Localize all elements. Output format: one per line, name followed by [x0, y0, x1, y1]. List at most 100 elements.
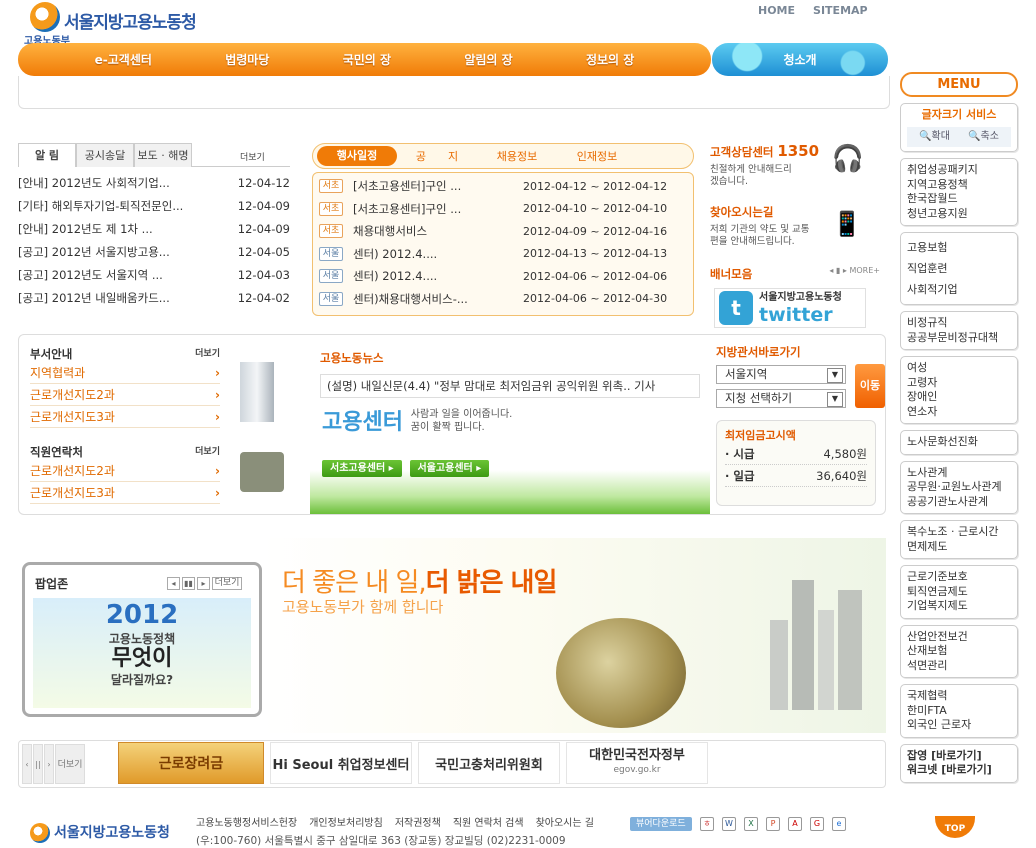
next-icon[interactable]: › [44, 744, 54, 784]
sidebar-item[interactable]: 퇴직연금제도 [907, 585, 1011, 600]
pause-icon[interactable]: ▮▮ [182, 577, 195, 590]
sidebar-item[interactable]: 고령자 [907, 376, 1011, 391]
home-link[interactable]: HOME [758, 4, 795, 17]
sidebar-item[interactable]: 외국인 근로자 [907, 718, 1011, 733]
word-icon[interactable]: W [722, 817, 736, 831]
sidebar-item[interactable]: 고용보험 [907, 237, 1011, 258]
contact-item[interactable]: 근로개선지도3과 [30, 482, 220, 504]
ie-icon[interactable]: e [832, 817, 846, 831]
popup-more-link[interactable]: 더보기 [212, 577, 242, 590]
pdf-icon[interactable]: A [788, 817, 802, 831]
tab-notice[interactable]: 알 림 [18, 143, 76, 167]
list-item[interactable]: 서울 센터) 2012.4.... 2012-04-06 ~ 2012-04-06 [319, 265, 687, 288]
seocho-center-button[interactable]: 서초고용센터 ▸ [322, 460, 402, 477]
sidebar-item[interactable]: 기업복지제도 [907, 599, 1011, 614]
sidebar-item[interactable]: 연소자 [907, 405, 1011, 420]
sidebar-item[interactable]: 노사문화선진화 [907, 435, 1011, 450]
list-item[interactable]: [공고] 2012년 서울지방고용... 12-04-05 [18, 241, 290, 264]
nav-item-ecustomer[interactable]: e-고객센터 [95, 51, 152, 68]
nav-item-intro[interactable]: 청소개 [712, 43, 888, 76]
sidebar-item[interactable]: 공공부문비정규대책 [907, 331, 1011, 346]
top-button[interactable]: TOP [935, 816, 975, 838]
excel-icon[interactable]: X [744, 817, 758, 831]
list-item[interactable]: 서초 [서초고용센터]구인 ... 2012-04-10 ~ 2012-04-10 [319, 198, 687, 221]
twitter-banner[interactable]: t 서울지방고용노동청 twitter [714, 288, 866, 328]
dept-item[interactable]: 근로개선지도3과 [30, 406, 220, 428]
branch-select[interactable]: 지청 선택하기 [716, 389, 846, 408]
banner-hiseoul[interactable]: Hi Seoul 취업정보센터 [270, 742, 412, 784]
nav-item-citizen[interactable]: 국민의 장 [343, 51, 391, 68]
tab-announce[interactable]: 공 지 [397, 148, 477, 164]
footer-link[interactable]: 저작권정책 [395, 814, 441, 829]
notice-more-link[interactable]: 더보기 [240, 150, 265, 163]
sidebar-item[interactable]: 공무원·교원노사관계 [907, 480, 1011, 495]
sidebar-item[interactable]: 한국잡월드 [907, 192, 1011, 207]
site-logo[interactable]: 서울지방고용노동청 고용노동부 [24, 2, 220, 47]
region-select[interactable]: 서울지역 [716, 365, 846, 384]
sitemap-link[interactable]: SITEMAP [813, 4, 868, 17]
contact-more-link[interactable]: 더보기 [195, 444, 220, 460]
sidebar-item[interactable]: 한미FTA [907, 704, 1011, 719]
tab-service[interactable]: 공시송달 [76, 143, 134, 167]
popup-image[interactable]: 2012 고용노동정책 무엇이 달라질까요? [33, 598, 251, 708]
zoom-out-button[interactable]: 🔍축소 [968, 130, 999, 145]
sidebar-item[interactable]: 국제협력 [907, 689, 1011, 704]
sidebar-item[interactable]: 면제제도 [907, 540, 1011, 555]
gul-icon[interactable]: G [810, 817, 824, 831]
sidebar-item[interactable]: 청년고용지원 [907, 207, 1011, 222]
list-item[interactable]: [기타] 해외투자기업-퇴직전문인... 12-04-09 [18, 195, 290, 218]
sidebar-item[interactable]: 여성 [907, 361, 1011, 376]
tab-press[interactable]: 보도 · 해명 [134, 143, 192, 167]
sidebar-item[interactable]: 산업안전보건 [907, 630, 1011, 645]
sidebar-item[interactable]: 공공기관노사관계 [907, 495, 1011, 510]
nav-item-notice[interactable]: 알림의 장 [464, 51, 512, 68]
prev-icon[interactable]: ‹ [22, 744, 32, 784]
sidebar-item[interactable]: 비정규직 [907, 316, 1011, 331]
list-item[interactable]: [안내] 2012년도 사회적기업... 12-04-12 [18, 172, 290, 195]
footer-link[interactable]: 개인정보처리방침 [309, 814, 383, 829]
viewer-download[interactable]: 뷰어다운로드 [630, 817, 692, 831]
footer-link[interactable]: 고용노동행정서비스헌장 [196, 814, 297, 829]
footer-link[interactable]: 찾아오시는 길 [536, 814, 594, 829]
sidebar-item[interactable]: 장애인 [907, 390, 1011, 405]
sidebar-item[interactable]: 석면관리 [907, 659, 1011, 674]
banner-acrc[interactable]: 국민고충처리위원회 [418, 742, 560, 784]
list-item[interactable]: [공고] 2012년 내일배움카드... 12-04-02 [18, 287, 290, 310]
sidebar-item[interactable]: 산재보험 [907, 644, 1011, 659]
footer-link[interactable]: 직원 연락처 검색 [453, 814, 524, 829]
sidebar-item[interactable]: 취업성공패키지 [907, 163, 1011, 178]
nav-item-law[interactable]: 법령마당 [225, 51, 269, 68]
find-us[interactable]: 찾아오시는길 📱 저희 기관의 약도 및 교통편을 안내해드립니다. [710, 204, 880, 248]
customer-center[interactable]: 고객상담센터 1350 🎧 친절하게 안내해드리겠습니다. [710, 142, 880, 188]
tab-jobs[interactable]: 채용정보 [477, 148, 557, 164]
dept-item[interactable]: 지역협력과 [30, 362, 220, 384]
next-icon[interactable]: ▸ [197, 577, 210, 590]
sidebar-item[interactable]: 사회적기업 [907, 279, 1011, 300]
prev-icon[interactable]: ◂ [167, 577, 180, 590]
go-button[interactable]: 이동 [855, 364, 885, 408]
hwp-icon[interactable]: ㅎ [700, 817, 714, 831]
dept-item[interactable]: 근로개선지도2과 [30, 384, 220, 406]
nav-item-info[interactable]: 정보의 장 [586, 51, 634, 68]
sidebar-item[interactable]: 노사관계 [907, 466, 1011, 481]
list-item[interactable]: 서초 [서초고용센터]구인 ... 2012-04-12 ~ 2012-04-12 [319, 175, 687, 198]
tab-events[interactable]: 행사일정 [317, 146, 397, 166]
dept-more-link[interactable]: 더보기 [195, 346, 220, 362]
banner-earned-income[interactable]: 근로장려금 [118, 742, 264, 784]
list-item[interactable]: [안내] 2012년도 제 1차 ... 12-04-09 [18, 218, 290, 241]
list-item[interactable]: 서울 센터)채용대행서비스-... 2012-04-06 ~ 2012-04-30 [319, 288, 687, 311]
list-item[interactable]: [공고] 2012년도 서울지역 ... 12-04-03 [18, 264, 290, 287]
zoom-in-button[interactable]: 🔍확대 [919, 130, 950, 145]
jobyoung-link[interactable]: 잡영 [바로가기] [907, 749, 1011, 764]
sidebar-item[interactable]: 직업훈련 [907, 258, 1011, 279]
contact-item[interactable]: 근로개선지도2과 [30, 460, 220, 482]
seoul-center-button[interactable]: 서울고용센터 ▸ [409, 460, 490, 477]
sidebar-item[interactable]: 복수노조 · 근로시간 [907, 525, 1011, 540]
list-item[interactable]: 서울 센터) 2012.4.... 2012-04-13 ~ 2012-04-13 [319, 243, 687, 266]
ppt-icon[interactable]: P [766, 817, 780, 831]
banner-more-link[interactable]: 더보기 [55, 744, 85, 784]
list-item[interactable]: 서초 채용대행서비스 2012-04-09 ~ 2012-04-16 [319, 220, 687, 243]
banner-egov[interactable]: 대한민국전자정부 egov.go.kr [566, 742, 708, 784]
worknet-link[interactable]: 워크넷 [바로가기] [907, 763, 1011, 778]
sidebar-item[interactable]: 지역고용정책 [907, 178, 1011, 193]
